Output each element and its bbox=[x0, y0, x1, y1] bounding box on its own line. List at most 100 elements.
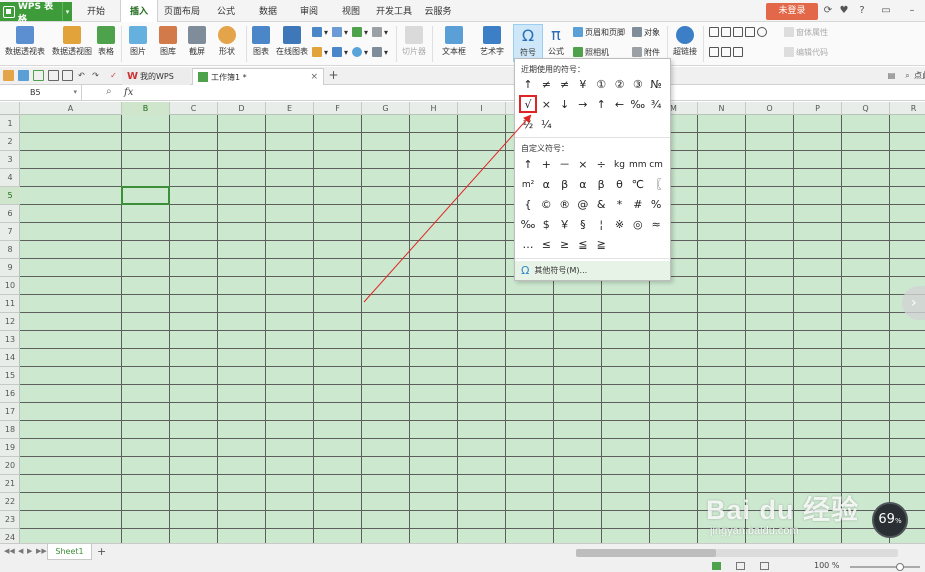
row-header-6[interactable]: 6 bbox=[0, 205, 20, 223]
new-tab-icon[interactable]: + bbox=[328, 69, 339, 81]
help-icon[interactable]: ? bbox=[856, 5, 868, 17]
column-header-p[interactable]: P bbox=[794, 102, 842, 115]
recent-symbol[interactable]: ¾ bbox=[647, 96, 665, 114]
scatter-chart-dropdown[interactable]: ▾ bbox=[332, 46, 348, 58]
row-header-3[interactable]: 3 bbox=[0, 151, 20, 169]
column-header-b[interactable]: B bbox=[122, 102, 170, 115]
export-pdf-icon[interactable] bbox=[33, 70, 44, 81]
custom-symbol[interactable]: θ bbox=[611, 176, 629, 194]
hyperlink-button[interactable]: 超链接 bbox=[671, 24, 699, 62]
online-chart-button[interactable]: 在线图表 bbox=[274, 24, 310, 62]
customize-quick-access-icon[interactable]: ✓ bbox=[108, 70, 119, 81]
tab-workbook[interactable]: 工作簿1 * × bbox=[192, 68, 324, 85]
next-sheet-icon[interactable]: ▶ bbox=[27, 547, 32, 555]
recent-symbol[interactable]: ¥ bbox=[574, 76, 592, 94]
custom-symbol[interactable]: β bbox=[592, 176, 610, 194]
column-header-h[interactable]: H bbox=[410, 102, 458, 115]
close-tab-icon[interactable]: × bbox=[310, 72, 318, 82]
form-controls-row[interactable] bbox=[709, 26, 769, 38]
custom-symbol[interactable]: … bbox=[519, 236, 537, 254]
app-menu-button[interactable]: WPS 表格 ▾ bbox=[0, 2, 72, 25]
formula-button[interactable]: π 公式 bbox=[544, 24, 568, 62]
tab-data[interactable]: 数据 bbox=[250, 0, 286, 22]
zoom-level[interactable]: 100 % bbox=[814, 561, 839, 570]
combobox-control-icon[interactable] bbox=[709, 47, 719, 57]
row-header-22[interactable]: 22 bbox=[0, 493, 20, 511]
slicer-button[interactable]: 切片器 bbox=[400, 24, 428, 62]
listbox-control-icon[interactable] bbox=[721, 47, 731, 57]
custom-symbol[interactable]: α bbox=[537, 176, 555, 194]
recent-symbol[interactable]: → bbox=[574, 96, 592, 114]
search-icon[interactable]: ⌕ bbox=[902, 70, 913, 81]
custom-symbol[interactable]: ® bbox=[556, 196, 574, 214]
custom-symbol[interactable]: ℃ bbox=[629, 176, 647, 194]
bar-chart-dropdown[interactable]: ▾ bbox=[332, 26, 348, 38]
gallery-button[interactable]: 图库 bbox=[155, 24, 181, 62]
insert-function-button[interactable]: fx bbox=[124, 85, 133, 100]
print-preview-icon[interactable] bbox=[62, 70, 73, 81]
recent-symbol[interactable]: ≠ bbox=[537, 76, 555, 94]
tab-insert[interactable]: 插入 bbox=[120, 0, 158, 23]
table-button[interactable]: 表格 bbox=[95, 24, 117, 62]
custom-symbol[interactable]: m² bbox=[519, 176, 537, 194]
custom-symbol[interactable]: cm bbox=[647, 156, 665, 174]
minimize-icon[interactable]: – bbox=[906, 5, 918, 17]
column-header-f[interactable]: F bbox=[314, 102, 362, 115]
print-icon[interactable] bbox=[48, 70, 59, 81]
recent-symbol[interactable]: ① bbox=[592, 76, 610, 94]
column-header-i[interactable]: I bbox=[458, 102, 506, 115]
custom-symbol[interactable]: © bbox=[537, 196, 555, 214]
tab-developer[interactable]: 开发工具 bbox=[373, 0, 415, 22]
textbox-control-icon[interactable] bbox=[721, 27, 731, 37]
area-chart-dropdown[interactable]: ▾ bbox=[372, 26, 388, 38]
header-footer-button[interactable]: 页眉和页脚 bbox=[573, 26, 625, 38]
chevron-down-icon[interactable]: ▾ bbox=[62, 2, 72, 21]
custom-symbol[interactable]: 〖 bbox=[647, 176, 665, 194]
tab-my-wps[interactable]: W 我的WPS bbox=[122, 68, 190, 85]
custom-symbol[interactable]: { bbox=[519, 196, 537, 214]
page-break-view-icon[interactable] bbox=[760, 562, 769, 570]
save-icon[interactable] bbox=[18, 70, 29, 81]
search-box[interactable]: 点此查 bbox=[914, 70, 925, 81]
custom-symbol[interactable]: β bbox=[556, 176, 574, 194]
custom-symbol[interactable]: ￥ bbox=[556, 216, 574, 234]
row-header-10[interactable]: 10 bbox=[0, 277, 20, 295]
custom-symbol[interactable]: － bbox=[556, 156, 574, 174]
custom-symbol[interactable]: % bbox=[647, 196, 665, 214]
button-control-icon[interactable] bbox=[733, 27, 743, 37]
tab-review[interactable]: 审阅 bbox=[291, 0, 327, 22]
sync-icon[interactable]: ⟳ bbox=[822, 5, 834, 17]
recent-symbol[interactable]: ③ bbox=[629, 76, 647, 94]
select-all-corner[interactable] bbox=[0, 102, 20, 115]
recent-symbol[interactable]: ↑ bbox=[519, 76, 537, 94]
prev-sheet-icon[interactable]: ◀ bbox=[18, 547, 23, 555]
redo-icon[interactable]: ↷ bbox=[90, 70, 101, 81]
symbol-button[interactable]: Ω 符号 bbox=[513, 24, 543, 62]
row-header-17[interactable]: 17 bbox=[0, 403, 20, 421]
column-chart-dropdown[interactable]: ▾ bbox=[312, 26, 328, 38]
form-properties-button[interactable]: 窗体属性 bbox=[784, 26, 828, 38]
edit-code-button[interactable]: 编辑代码 bbox=[784, 46, 828, 58]
scrollbar-thumb[interactable] bbox=[576, 549, 716, 557]
tab-cloud[interactable]: 云服务 bbox=[420, 0, 456, 22]
custom-symbol[interactable]: + bbox=[537, 156, 555, 174]
first-sheet-icon[interactable]: ◀◀ bbox=[4, 547, 15, 555]
row-header-5[interactable]: 5 bbox=[0, 187, 20, 205]
recent-symbol[interactable]: № bbox=[647, 76, 665, 94]
row-header-7[interactable]: 7 bbox=[0, 223, 20, 241]
custom-symbol[interactable]: ≥ bbox=[556, 236, 574, 254]
performance-badge[interactable]: 69% bbox=[872, 502, 908, 538]
line-chart-dropdown[interactable]: ▾ bbox=[352, 26, 368, 38]
custom-symbol[interactable]: ‰ bbox=[519, 216, 537, 234]
last-sheet-icon[interactable]: ▶▶ bbox=[36, 547, 47, 555]
label-control-icon[interactable] bbox=[709, 27, 719, 37]
donut-chart-dropdown[interactable]: ▾ bbox=[352, 46, 368, 58]
zoom-slider[interactable] bbox=[850, 563, 920, 571]
custom-symbol[interactable]: kg bbox=[611, 156, 629, 174]
custom-symbol[interactable]: ÷ bbox=[592, 156, 610, 174]
skin-icon[interactable]: ♥ bbox=[838, 5, 850, 17]
other-chart-dropdown[interactable]: ▾ bbox=[372, 46, 388, 58]
row-header-18[interactable]: 18 bbox=[0, 421, 20, 439]
more-symbols-item[interactable]: Ω 其他符号(M)... bbox=[515, 261, 670, 280]
custom-symbol[interactable]: ≤ bbox=[537, 236, 555, 254]
